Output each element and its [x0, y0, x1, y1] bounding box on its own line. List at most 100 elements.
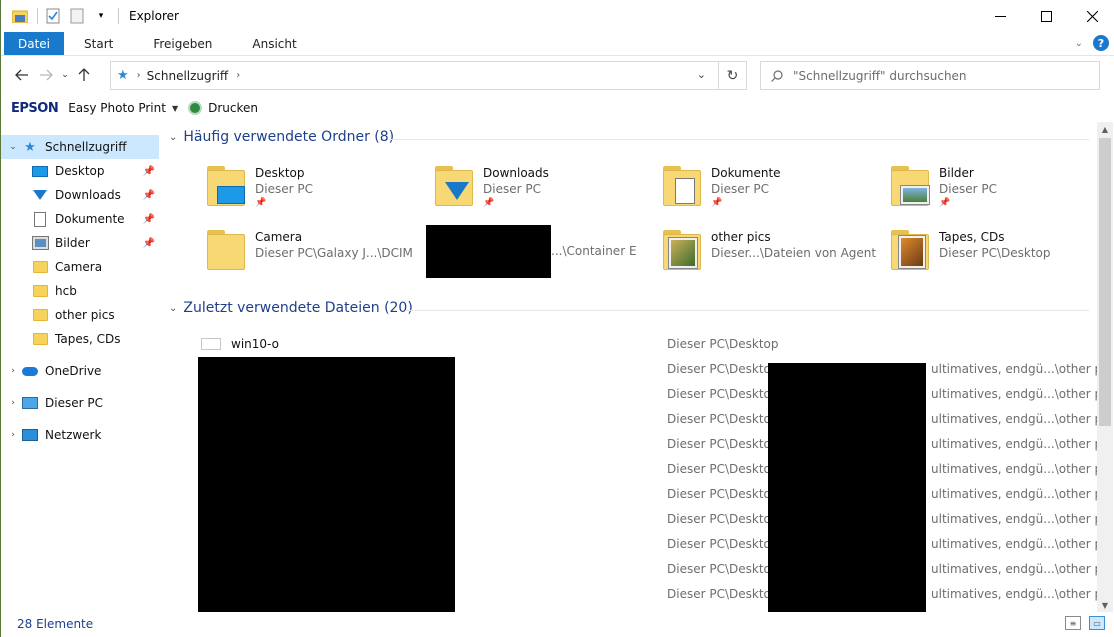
nav-item-this-pc[interactable]: › Dieser PC: [1, 391, 159, 415]
chevron-down-icon[interactable]: ▼: [172, 104, 178, 113]
expand-ribbon-icon[interactable]: ⌄: [1075, 38, 1083, 49]
nav-item-hcb[interactable]: hcb: [1, 279, 159, 303]
folder-tile-pictures[interactable]: Bilder Dieser PC 📌: [887, 164, 1097, 222]
file-row[interactable]: win10-o Dieser PC\Desktop: [193, 331, 1093, 356]
properties-icon[interactable]: [44, 7, 62, 25]
item-count: 28 Elemente: [17, 616, 94, 631]
maximize-button[interactable]: [1023, 0, 1069, 32]
nav-item-camera[interactable]: Camera: [1, 255, 159, 279]
folder-tile-downloads[interactable]: Downloads Dieser PC 📌: [431, 164, 651, 222]
scroll-up-icon[interactable]: ▲: [1097, 122, 1113, 136]
tab-start[interactable]: Start: [64, 32, 133, 55]
pin-icon[interactable]: 📌: [143, 238, 155, 249]
folder-tile-other-pics[interactable]: other pics Dieser...\Dateien von Agent: [659, 228, 879, 286]
window-title: Explorer: [129, 9, 179, 23]
group-header-frequent[interactable]: ⌄ Häufig verwendete Ordner (8): [169, 129, 394, 145]
redaction-block: [768, 363, 926, 612]
chevron-right-icon[interactable]: ›: [5, 398, 21, 408]
nav-item-other-pics[interactable]: other pics: [1, 303, 159, 327]
file-location: Dieser PC\Desktop\: [667, 536, 783, 551]
refresh-button[interactable]: ↻: [719, 61, 747, 90]
details-view-icon[interactable]: ≡: [1065, 616, 1081, 630]
pin-icon[interactable]: 📌: [143, 190, 155, 201]
explorer-window: ▾ Explorer Datei Start Freigeben Ansicht…: [0, 0, 1114, 637]
group-header-recent[interactable]: ⌄ Zuletzt verwendete Dateien (20): [169, 300, 413, 316]
print-icon: [188, 101, 203, 115]
help-icon[interactable]: ?: [1093, 35, 1109, 51]
tile-location: Dieser PC: [939, 182, 997, 196]
pin-icon[interactable]: 📌: [143, 214, 155, 225]
file-location-tail: ultimatives, endgü...\other pics: [931, 461, 1097, 476]
scroll-down-icon[interactable]: ▼: [1097, 598, 1113, 612]
chevron-right-icon[interactable]: ›: [5, 430, 21, 440]
vertical-scrollbar[interactable]: ▲ ▼: [1097, 122, 1113, 612]
tile-name: Desktop: [255, 166, 305, 180]
nav-item-network[interactable]: › Netzwerk: [1, 423, 159, 447]
photo-folder-icon: [659, 228, 705, 278]
nav-item-label: Dieser PC: [45, 396, 103, 410]
tab-file[interactable]: Datei: [4, 32, 65, 55]
tiles-view-icon[interactable]: ▭: [1089, 616, 1105, 630]
folder-tile-tapes-cds[interactable]: Tapes, CDs Dieser PC\Desktop: [887, 228, 1097, 286]
new-folder-icon[interactable]: [68, 7, 86, 25]
chevron-down-icon[interactable]: ⌄: [5, 142, 21, 152]
file-name-text: win10-o: [231, 336, 279, 351]
nav-item-pictures[interactable]: Bilder 📌: [1, 231, 159, 255]
pin-icon: 📌: [483, 198, 495, 208]
folder-tile-desktop[interactable]: Desktop Dieser PC 📌: [203, 164, 423, 222]
toolbar-divider: [118, 8, 119, 24]
tile-name: Bilder: [939, 166, 974, 180]
close-button[interactable]: [1069, 0, 1114, 32]
epson-toolbar: EPSON Easy Photo Print ▼ Drucken: [1, 96, 1114, 120]
tab-share[interactable]: Freigeben: [133, 32, 232, 55]
file-location: Dieser PC\Desktop\: [667, 411, 783, 426]
file-location: Dieser PC\Desktop\: [667, 461, 783, 476]
quick-access-star-icon: ★: [117, 68, 129, 83]
tile-location: Dieser PC\Desktop: [939, 246, 1051, 260]
address-dropdown-icon[interactable]: ⌄: [697, 68, 706, 81]
print-button[interactable]: Drucken: [208, 101, 258, 115]
nav-item-desktop[interactable]: Desktop 📌: [1, 159, 159, 183]
nav-item-label: Dokumente: [55, 212, 125, 226]
folder-tile-camera[interactable]: Camera Dieser PC\Galaxy J...\DCIM: [203, 228, 423, 286]
file-location-tail: ultimatives, endgü...\other pics: [931, 586, 1097, 601]
nav-item-tapes-cds[interactable]: Tapes, CDs: [1, 327, 159, 351]
tile-location: Dieser...\Dateien von Agent: [711, 246, 877, 260]
tab-view[interactable]: Ansicht: [232, 32, 316, 55]
chevron-right-icon[interactable]: ›: [236, 70, 240, 81]
breadcrumb-quick-access[interactable]: Schnellzugriff: [147, 69, 229, 83]
scrollbar-thumb[interactable]: [1099, 138, 1111, 426]
tile-name: Camera: [255, 230, 303, 244]
nav-item-quick-access[interactable]: ⌄ ★ Schnellzugriff: [1, 135, 159, 159]
tile-location: ...\Container E: [551, 244, 637, 258]
easy-photo-print-button[interactable]: Easy Photo Print: [68, 101, 166, 115]
folder-tile-documents[interactable]: Dokumente Dieser PC 📌: [659, 164, 879, 222]
pin-icon: 📌: [939, 198, 951, 208]
folder-icon: [203, 228, 249, 278]
chevron-right-icon[interactable]: ›: [137, 70, 141, 81]
customize-toolbar-icon[interactable]: ▾: [92, 7, 110, 25]
recent-locations-icon[interactable]: ⌄: [58, 61, 72, 89]
downloads-folder-icon: [431, 164, 477, 214]
explorer-folder-icon[interactable]: [11, 7, 29, 25]
pin-icon[interactable]: 📌: [143, 166, 155, 177]
window-controls: [977, 0, 1114, 32]
search-input[interactable]: "Schnellzugriff" durchsuchen: [760, 61, 1100, 90]
file-location: Dieser PC\Desktop: [667, 336, 779, 351]
back-button[interactable]: [10, 61, 34, 89]
chevron-down-icon[interactable]: ⌄: [169, 132, 177, 143]
chevron-right-icon[interactable]: ›: [5, 366, 21, 376]
nav-item-downloads[interactable]: Downloads 📌: [1, 183, 159, 207]
forward-button[interactable]: [34, 61, 58, 89]
up-button[interactable]: [72, 61, 96, 89]
nav-item-documents[interactable]: Dokumente 📌: [1, 207, 159, 231]
nav-item-onedrive[interactable]: › OneDrive: [1, 359, 159, 383]
title-bar: ▾ Explorer: [1, 0, 1114, 32]
chevron-down-icon[interactable]: ⌄: [169, 303, 177, 314]
minimize-button[interactable]: [977, 0, 1023, 32]
tile-name: Tapes, CDs: [939, 230, 1005, 244]
folder-icon: [31, 307, 49, 323]
file-location: Dieser PC\Desktop\: [667, 436, 783, 451]
address-bar[interactable]: ★ › Schnellzugriff › ⌄: [110, 61, 719, 90]
folder-icon: [31, 259, 49, 275]
